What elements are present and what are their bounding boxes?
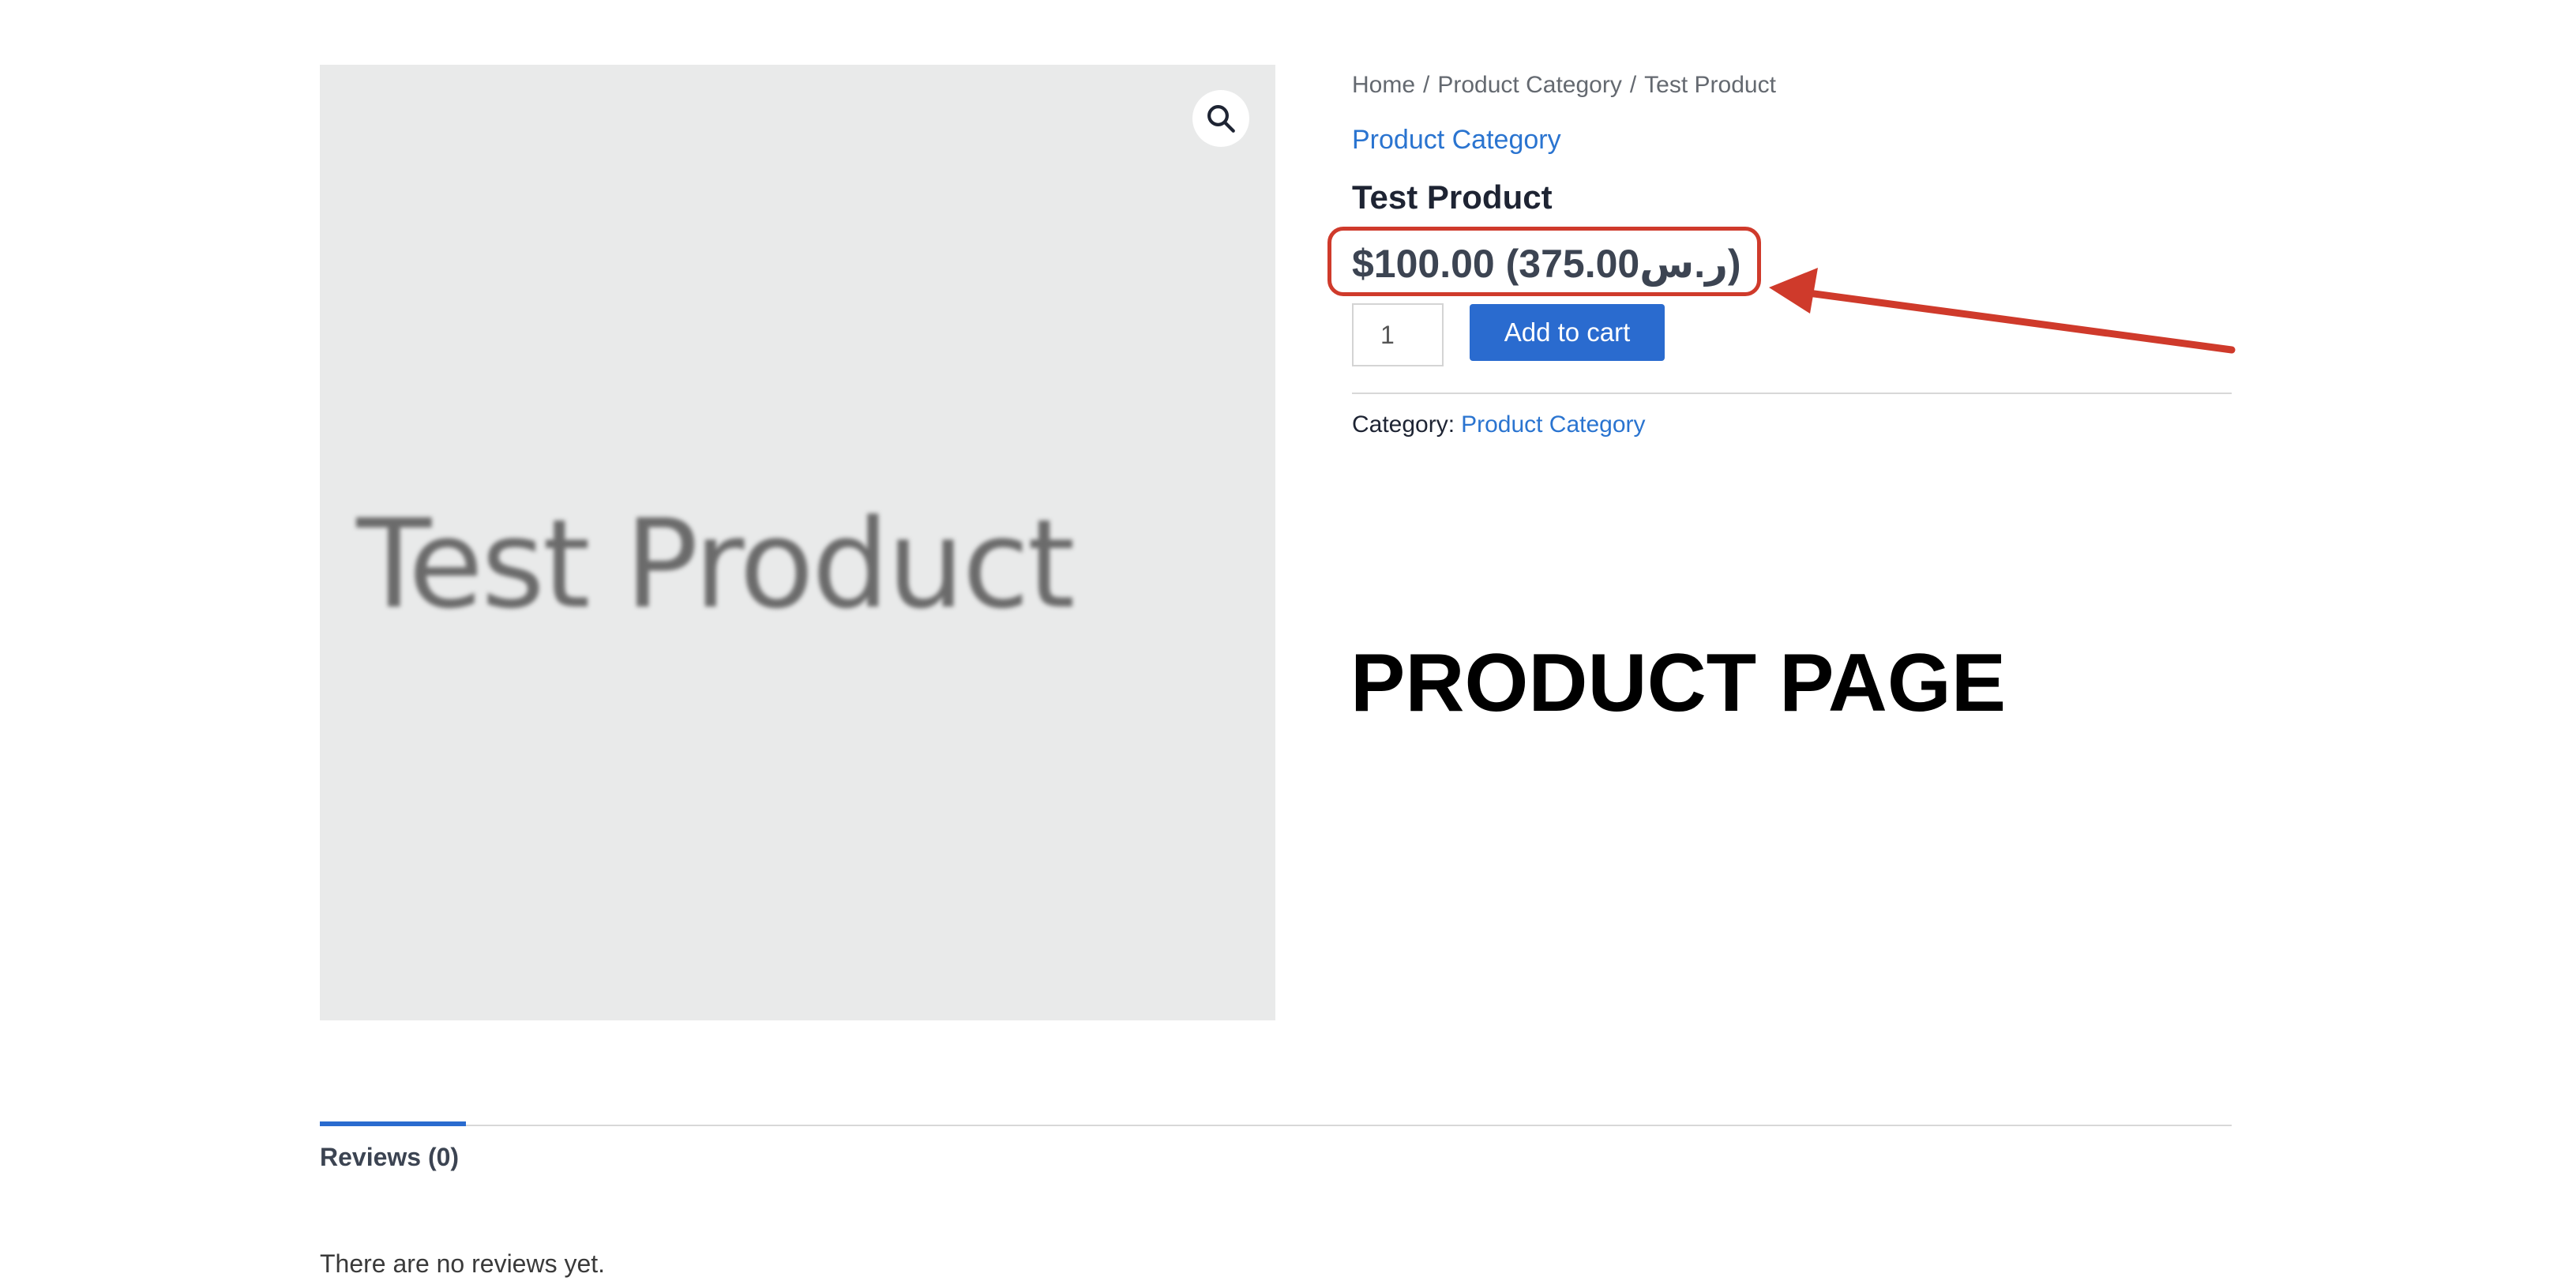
tabs-divider <box>320 1125 2232 1126</box>
magnifier-icon <box>1207 105 1235 133</box>
breadcrumb-home-link[interactable]: Home <box>1352 72 1415 98</box>
product-category-link[interactable]: Product Category <box>1352 122 1561 158</box>
meta-divider <box>1352 393 2232 394</box>
add-to-cart-button[interactable]: Add to cart <box>1470 304 1665 361</box>
tab-reviews[interactable]: Reviews (0) <box>320 1140 459 1174</box>
meta-category-link[interactable]: Product Category <box>1455 411 1645 438</box>
tab-active-indicator <box>320 1121 466 1126</box>
no-reviews-message: There are no reviews yet. <box>320 1249 606 1278</box>
product-image-placeholder-text: Test Product <box>356 493 1075 636</box>
zoom-button[interactable] <box>1192 90 1249 147</box>
quantity-input[interactable] <box>1352 303 1444 366</box>
page-heading: PRODUCT PAGE <box>1350 637 2007 729</box>
product-title: Test Product <box>1352 178 1553 216</box>
breadcrumb-current: Test Product <box>1644 72 1776 98</box>
product-meta: Category: Product Category <box>1352 409 1646 441</box>
product-image[interactable]: Test Product <box>320 65 1275 1020</box>
breadcrumb-separator: / <box>1629 72 1637 98</box>
breadcrumb-separator: / <box>1423 72 1430 98</box>
breadcrumb-category-link[interactable]: Product Category <box>1437 72 1621 98</box>
price-highlight-box <box>1327 227 1761 296</box>
category-label: Category: <box>1352 411 1455 438</box>
breadcrumb: Home / Product Category / Test Product <box>1352 69 1776 101</box>
